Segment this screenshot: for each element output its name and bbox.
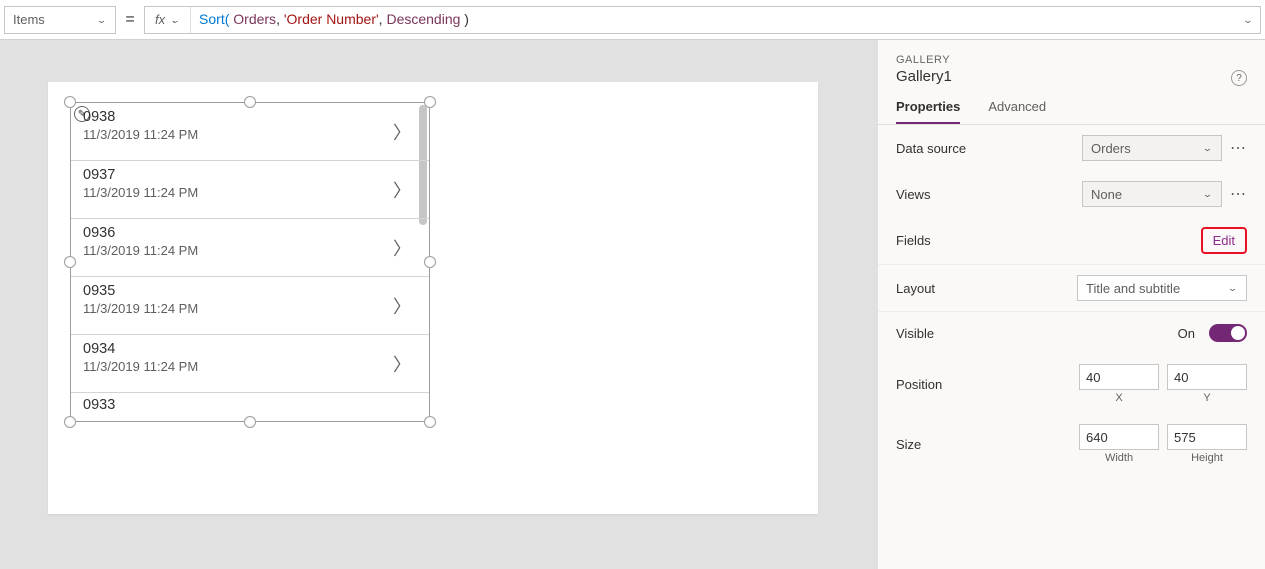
panel-body: Data source Orders ⌄ ⋯ Views None ⌄ ⋯: [878, 125, 1265, 569]
row-subtitle: 11/3/2019 11:24 PM: [83, 127, 417, 142]
tab-properties[interactable]: Properties: [896, 99, 960, 124]
row-title: 0936: [83, 225, 417, 241]
views-dropdown[interactable]: None ⌄: [1082, 181, 1222, 207]
formula-text[interactable]: Sort( Orders, 'Order Number', Descending…: [191, 11, 1236, 28]
panel-tabs: Properties Advanced: [878, 85, 1265, 125]
position-y-input[interactable]: [1167, 364, 1247, 390]
more-icon[interactable]: ⋯: [1230, 184, 1247, 204]
chevron-down-icon: ⌄: [1202, 188, 1213, 199]
row-subtitle: 11/3/2019 11:24 PM: [83, 243, 417, 258]
prop-label: Data source: [896, 141, 1082, 156]
formula-bar: Items ⌄ = fx ⌄ Sort( Orders, 'Order Numb…: [0, 0, 1265, 40]
gallery-selection[interactable]: ✎ 0938 11/3/2019 11:24 PM 〉: [70, 102, 430, 422]
dropdown-value: Orders: [1091, 141, 1131, 156]
property-selector[interactable]: Items ⌄: [4, 6, 116, 34]
prop-label: Layout: [896, 281, 1077, 296]
position-x-label: X: [1115, 392, 1122, 404]
dropdown-value: Title and subtitle: [1086, 281, 1180, 296]
more-icon[interactable]: ⋯: [1230, 138, 1247, 158]
row-title: 0938: [83, 109, 417, 125]
gallery-body: 0938 11/3/2019 11:24 PM 〉 0937 11/3/2019…: [71, 103, 429, 421]
row-subtitle: 11/3/2019 11:24 PM: [83, 359, 417, 374]
dropdown-value: None: [1091, 187, 1122, 202]
row-title: 0937: [83, 167, 417, 183]
panel-header: GALLERY Gallery1 ?: [878, 40, 1265, 85]
properties-panel: GALLERY Gallery1 ? Properties Advanced D…: [877, 40, 1265, 569]
prop-label: Size: [896, 437, 1079, 452]
canvas-viewport[interactable]: ✎ 0938 11/3/2019 11:24 PM 〉: [0, 40, 877, 569]
toggle-label: On: [1178, 326, 1195, 341]
fx-label-text: fx: [155, 12, 165, 27]
equals-sign: =: [116, 11, 144, 29]
prop-label: Fields: [896, 233, 1201, 248]
row-title: 0934: [83, 341, 417, 357]
row-subtitle: 11/3/2019 11:24 PM: [83, 185, 417, 200]
size-height-label: Height: [1191, 452, 1223, 464]
prop-datasource: Data source Orders ⌄ ⋯: [878, 125, 1265, 171]
row-title: 0935: [83, 283, 417, 299]
prop-fields: Fields Edit: [878, 217, 1265, 265]
size-height-input[interactable]: [1167, 424, 1247, 450]
chevron-right-icon[interactable]: 〉: [393, 235, 411, 261]
prop-visible: Visible On: [878, 312, 1265, 354]
prop-position: Position X Y: [878, 354, 1265, 414]
layout-dropdown[interactable]: Title and subtitle ⌄: [1077, 275, 1247, 301]
visible-toggle[interactable]: [1209, 324, 1247, 342]
prop-layout: Layout Title and subtitle ⌄: [878, 265, 1265, 312]
tab-advanced[interactable]: Advanced: [988, 99, 1046, 124]
panel-control-name: Gallery1: [896, 68, 1247, 85]
gallery-row[interactable]: 0937 11/3/2019 11:24 PM 〉: [71, 161, 429, 219]
chevron-right-icon[interactable]: 〉: [393, 177, 411, 203]
fx-button[interactable]: fx ⌄: [145, 7, 191, 33]
datasource-dropdown[interactable]: Orders ⌄: [1082, 135, 1222, 161]
help-icon[interactable]: ?: [1231, 70, 1247, 86]
prop-label: Position: [896, 377, 1079, 392]
main-area: ✎ 0938 11/3/2019 11:24 PM 〉: [0, 40, 1265, 569]
position-x-input[interactable]: [1079, 364, 1159, 390]
gallery-row[interactable]: 0933: [71, 393, 429, 421]
chevron-down-icon: ⌄: [96, 14, 107, 25]
gallery-row[interactable]: 0935 11/3/2019 11:24 PM 〉: [71, 277, 429, 335]
formula-expand-button[interactable]: ⌄: [1236, 12, 1260, 28]
chevron-down-icon: ⌄: [169, 14, 180, 25]
formula-input[interactable]: fx ⌄ Sort( Orders, 'Order Number', Desce…: [144, 6, 1261, 34]
app-canvas[interactable]: ✎ 0938 11/3/2019 11:24 PM 〉: [48, 82, 818, 514]
position-y-label: Y: [1203, 392, 1210, 404]
panel-category: GALLERY: [896, 54, 1247, 66]
chevron-right-icon[interactable]: 〉: [393, 351, 411, 377]
prop-size: Size Width Height: [878, 414, 1265, 474]
size-width-input[interactable]: [1079, 424, 1159, 450]
property-selector-value: Items: [13, 12, 45, 27]
gallery-row[interactable]: 0936 11/3/2019 11:24 PM 〉: [71, 219, 429, 277]
chevron-down-icon: ⌄: [1227, 282, 1238, 293]
row-title: 0933: [83, 397, 417, 413]
size-width-label: Width: [1105, 452, 1133, 464]
chevron-right-icon[interactable]: 〉: [393, 293, 411, 319]
chevron-right-icon[interactable]: 〉: [393, 119, 411, 145]
prop-views: Views None ⌄ ⋯: [878, 171, 1265, 217]
fields-edit-button[interactable]: Edit: [1201, 227, 1247, 254]
prop-label: Views: [896, 187, 1082, 202]
gallery-row[interactable]: 0938 11/3/2019 11:24 PM 〉: [71, 103, 429, 161]
prop-label: Visible: [896, 326, 1178, 341]
row-subtitle: 11/3/2019 11:24 PM: [83, 301, 417, 316]
chevron-down-icon: ⌄: [1243, 14, 1254, 25]
gallery-row[interactable]: 0934 11/3/2019 11:24 PM 〉: [71, 335, 429, 393]
chevron-down-icon: ⌄: [1202, 142, 1213, 153]
